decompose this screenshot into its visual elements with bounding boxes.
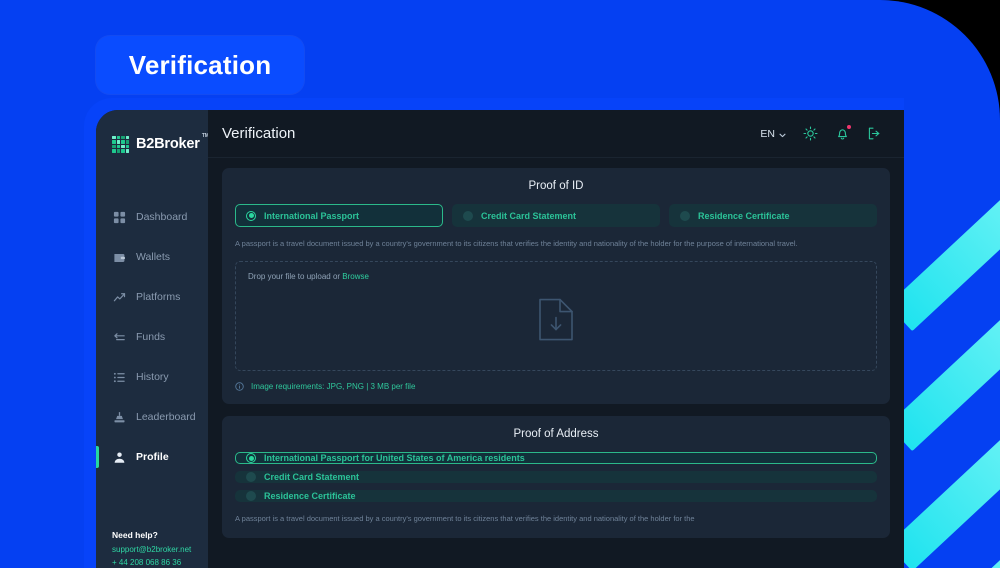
notifications-button[interactable] xyxy=(835,126,850,141)
file-dropzone[interactable]: Drop your file to upload or Browse xyxy=(235,261,877,371)
podium-icon xyxy=(112,410,126,424)
card-title: Proof of ID xyxy=(235,180,877,192)
proof-of-id-options: International Passport Credit Card State… xyxy=(235,204,877,227)
option-label: Credit Card Statement xyxy=(481,211,576,221)
sidebar-item-funds[interactable]: Funds xyxy=(96,317,208,357)
option-international-passport-usa[interactable]: International Passport for United States… xyxy=(235,452,877,464)
option-label: International Passport for United States… xyxy=(264,453,525,463)
requirements-formats: JPG, PNG xyxy=(327,382,364,391)
proof-of-address-options: International Passport for United States… xyxy=(235,452,877,502)
notification-badge xyxy=(846,124,852,130)
sun-icon xyxy=(803,126,818,141)
option-label: Residence Certificate xyxy=(698,211,790,221)
sidebar-item-label: Platforms xyxy=(136,291,180,303)
theme-toggle-button[interactable] xyxy=(803,126,818,141)
app-window: B2Broker TM Dashboard Wallets xyxy=(96,110,904,568)
radio-icon xyxy=(463,211,473,221)
main-area: Verification EN xyxy=(208,110,904,568)
radio-icon xyxy=(246,491,256,501)
page-title: Verification xyxy=(222,125,295,142)
proof-of-address-card: Proof of Address International Passport … xyxy=(222,416,890,537)
sidebar-nav: Dashboard Wallets Platforms xyxy=(96,197,208,477)
option-residence-certificate[interactable]: Residence Certificate xyxy=(669,204,877,227)
sidebar-item-leaderboard[interactable]: Leaderboard xyxy=(96,397,208,437)
option-international-passport[interactable]: International Passport xyxy=(235,204,443,227)
list-icon xyxy=(112,370,126,384)
sidebar-item-wallets[interactable]: Wallets xyxy=(96,237,208,277)
support-phone[interactable]: + 44 208 068 86 36 xyxy=(112,557,208,568)
support-email[interactable]: support@b2broker.net xyxy=(112,544,208,557)
radio-icon xyxy=(246,211,256,221)
dot-grid-logo-icon xyxy=(112,136,129,153)
content-scroll-area: Proof of ID International Passport Credi… xyxy=(208,158,904,568)
requirements-label: Image requirements: xyxy=(251,382,324,391)
sidebar-item-platforms[interactable]: Platforms xyxy=(96,277,208,317)
decorative-stripe xyxy=(888,80,1000,331)
sidebar-item-label: History xyxy=(136,371,169,383)
topbar-actions: EN xyxy=(760,125,882,143)
proof-of-id-card: Proof of ID International Passport Credi… xyxy=(222,168,890,404)
promo-tag-label: Verification xyxy=(129,50,272,81)
option-label: International Passport xyxy=(264,211,359,221)
proof-of-address-description: A passport is a travel document issued b… xyxy=(235,513,877,524)
sidebar-item-label: Funds xyxy=(136,331,165,343)
requirements-separator: | xyxy=(366,382,368,391)
wallet-icon xyxy=(112,250,126,264)
info-icon xyxy=(235,382,244,391)
language-value: EN xyxy=(760,128,775,140)
brand-name: B2Broker xyxy=(136,136,200,152)
promo-tag: Verification xyxy=(96,36,304,94)
user-icon xyxy=(112,450,126,464)
sidebar-item-profile[interactable]: Profile xyxy=(96,437,208,477)
browse-link[interactable]: Browse xyxy=(342,272,369,281)
logout-icon xyxy=(867,126,882,141)
image-requirements: Image requirements: JPG, PNG | 3 MB per … xyxy=(235,382,877,391)
chevron-down-icon xyxy=(779,125,786,143)
sidebar-item-label: Profile xyxy=(136,451,169,463)
option-label: Credit Card Statement xyxy=(264,472,359,482)
logout-button[interactable] xyxy=(867,126,882,141)
language-selector[interactable]: EN xyxy=(760,125,786,143)
support-title: Need help? xyxy=(112,530,208,540)
sidebar: B2Broker TM Dashboard Wallets xyxy=(96,110,208,568)
radio-icon xyxy=(246,453,256,463)
requirements-max-size: 3 MB per file xyxy=(371,382,416,391)
dropzone-hint: Drop your file to upload or xyxy=(248,272,342,281)
grid-icon xyxy=(112,210,126,224)
sidebar-item-label: Wallets xyxy=(136,251,170,263)
transfer-arrows-icon xyxy=(112,330,126,344)
radio-icon xyxy=(246,472,256,482)
brand-logo[interactable]: B2Broker TM xyxy=(96,127,208,161)
file-download-icon xyxy=(236,298,876,342)
sidebar-item-label: Leaderboard xyxy=(136,411,196,423)
proof-of-id-description: A passport is a travel document issued b… xyxy=(235,238,877,249)
option-label: Residence Certificate xyxy=(264,491,356,501)
card-title: Proof of Address xyxy=(235,428,877,440)
sidebar-item-history[interactable]: History xyxy=(96,357,208,397)
option-residence-certificate[interactable]: Residence Certificate xyxy=(235,490,877,502)
chart-line-icon xyxy=(112,290,126,304)
radio-icon xyxy=(680,211,690,221)
option-credit-card-statement[interactable]: Credit Card Statement xyxy=(452,204,660,227)
support-block: Need help? support@b2broker.net + 44 208… xyxy=(96,530,208,568)
promo-stage: Verification B2Broker TM xyxy=(0,0,1000,568)
sidebar-item-label: Dashboard xyxy=(136,211,187,223)
topbar: Verification EN xyxy=(208,110,904,158)
option-credit-card-statement[interactable]: Credit Card Statement xyxy=(235,471,877,483)
sidebar-item-dashboard[interactable]: Dashboard xyxy=(96,197,208,237)
